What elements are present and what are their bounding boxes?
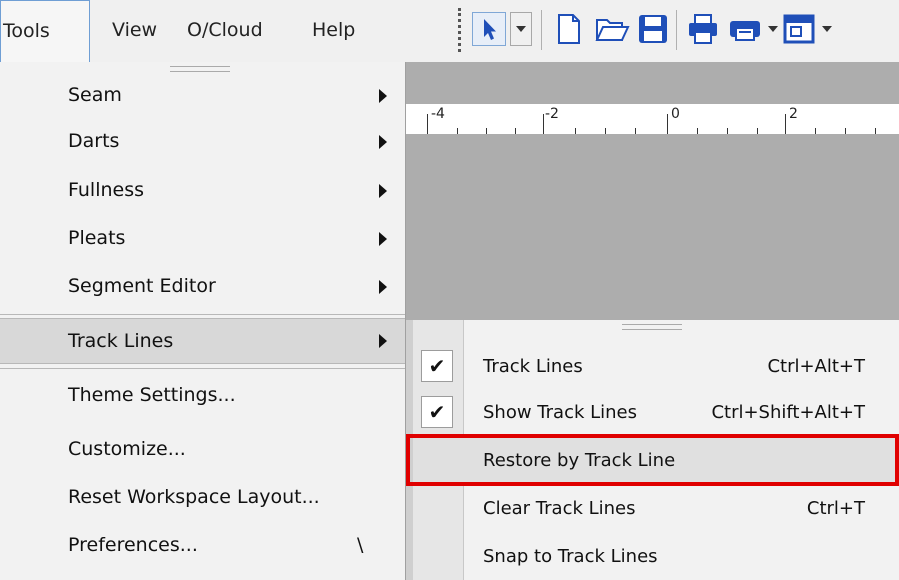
- menu-item-pleats[interactable]: Pleats: [0, 215, 405, 261]
- open-folder-icon[interactable]: [594, 12, 630, 46]
- ruler-tick: [427, 114, 428, 134]
- ruler-tick: [875, 128, 876, 134]
- submenu-item-show-track-lines[interactable]: ✔ Show Track Lines Ctrl+Shift+Alt+T: [413, 390, 899, 436]
- menu-item-label: Seam: [68, 84, 122, 106]
- menu-item-shortcut: \: [357, 534, 364, 556]
- toolbar-separator: [676, 10, 677, 50]
- submenu-item-shortcut: Ctrl+Alt+T: [767, 356, 865, 377]
- submenu-arrow-icon: [379, 334, 387, 348]
- menu-item-label: Preferences...: [68, 534, 198, 556]
- menu-tools[interactable]: Tools: [0, 0, 90, 62]
- menu-item-label: Fullness: [68, 179, 145, 201]
- submenu-arrow-icon: [379, 135, 387, 149]
- menu-item-label: Track Lines: [68, 330, 174, 352]
- submenu-item-label: Snap to Track Lines: [483, 546, 658, 567]
- menu-item-label: Theme Settings...: [68, 384, 236, 406]
- submenu-arrow-icon: [379, 89, 387, 103]
- ruler-tick: [757, 128, 758, 134]
- chevron-down-icon: [516, 26, 526, 32]
- submenu-item-track-lines[interactable]: ✔ Track Lines Ctrl+Alt+T: [413, 344, 899, 390]
- ruler-tick: [486, 128, 487, 134]
- checkmark-icon: ✔: [421, 396, 453, 428]
- print-icon[interactable]: [686, 12, 720, 46]
- ruler-tick: [457, 128, 458, 134]
- menu-cloud[interactable]: O/Cloud: [187, 0, 263, 62]
- ruler-label: -2: [545, 106, 559, 122]
- checkmark-icon: ✔: [421, 350, 453, 382]
- ruler-tick: [727, 128, 728, 134]
- menu-item-fullness[interactable]: Fullness: [0, 167, 405, 213]
- menu-view[interactable]: View: [112, 0, 157, 62]
- menu-item-label: Pleats: [68, 227, 126, 249]
- menu-item-label: Segment Editor: [68, 275, 216, 297]
- ruler-tick: [605, 128, 606, 134]
- submenu-item-label: Track Lines: [483, 356, 583, 377]
- ruler-tick: [635, 128, 636, 134]
- save-icon[interactable]: [636, 12, 670, 46]
- ruler-label: 0: [671, 106, 680, 122]
- menu-item-seam[interactable]: Seam: [0, 72, 405, 118]
- ruler-label: -4: [431, 106, 445, 122]
- plotter-icon[interactable]: [728, 12, 762, 46]
- new-document-icon[interactable]: [552, 12, 586, 46]
- ruler-tick: [845, 128, 846, 134]
- submenu-item-clear-track-lines[interactable]: Clear Track Lines Ctrl+T: [413, 486, 899, 532]
- menu-item-label: Customize...: [68, 438, 186, 460]
- ruler-tick: [667, 114, 668, 134]
- submenu-item-shortcut: Ctrl+Shift+Alt+T: [711, 402, 865, 423]
- menu-item-reset-workspace-layout[interactable]: Reset Workspace Layout...: [0, 474, 405, 520]
- ruler-tick: [697, 128, 698, 134]
- menu-separator: [0, 314, 405, 315]
- ruler-tick: [575, 128, 576, 134]
- submenu-arrow-icon: [379, 232, 387, 246]
- menu-tear-off-grip[interactable]: [622, 324, 682, 330]
- chevron-down-icon[interactable]: [768, 26, 778, 32]
- menu-item-label: Darts: [68, 130, 120, 152]
- chevron-down-icon[interactable]: [822, 26, 832, 32]
- ruler-tick: [785, 114, 786, 134]
- submenu-item-label: Show Track Lines: [483, 402, 638, 423]
- ruler-label: 2: [789, 106, 798, 122]
- submenu-arrow-icon: [379, 184, 387, 198]
- menu-item-segment-editor[interactable]: Segment Editor: [0, 263, 405, 309]
- ruler-tick: [815, 128, 816, 134]
- menu-item-preferences[interactable]: Preferences... \: [0, 522, 405, 568]
- menu-separator: [0, 368, 405, 369]
- annotation-highlight-box: [406, 434, 899, 486]
- toolbar-separator: [541, 10, 542, 50]
- workspace-canvas[interactable]: [395, 62, 899, 320]
- menu-item-customize[interactable]: Customize...: [0, 426, 405, 472]
- pointer-icon[interactable]: [472, 12, 506, 46]
- menu-item-theme-settings[interactable]: Theme Settings...: [0, 372, 405, 418]
- submenu-item-label: Clear Track Lines: [483, 498, 636, 519]
- ruler-tick: [515, 128, 516, 134]
- submenu-item-shortcut: Ctrl+T: [806, 498, 865, 519]
- horizontal-ruler: -4 -2 0 2: [395, 104, 899, 134]
- menu-item-darts[interactable]: Darts: [0, 118, 405, 164]
- toolbar-grip[interactable]: [458, 8, 464, 52]
- ruler-tick: [543, 114, 544, 134]
- menu-bar: Tools View O/Cloud Help: [0, 0, 899, 62]
- layout-icon[interactable]: [782, 12, 816, 46]
- menu-item-track-lines[interactable]: Track Lines: [0, 318, 405, 364]
- submenu-arrow-icon: [379, 280, 387, 294]
- submenu-item-snap-to-track-lines[interactable]: Snap to Track Lines: [413, 534, 899, 580]
- menu-item-label: Reset Workspace Layout...: [68, 486, 320, 508]
- menu-help[interactable]: Help: [312, 0, 355, 62]
